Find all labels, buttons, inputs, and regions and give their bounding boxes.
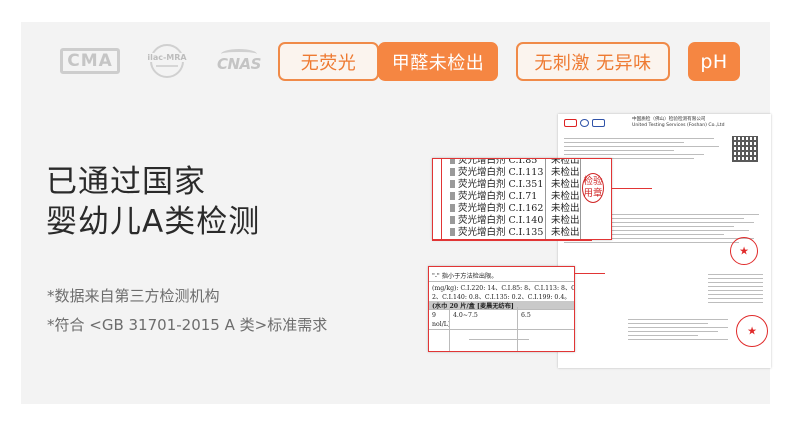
headline-line-1: 已通过国家 bbox=[46, 164, 206, 200]
row-result: 未检出 bbox=[551, 179, 580, 190]
report-text-lines-bottom bbox=[628, 319, 728, 343]
ilac-logo-text: ilac-MRA bbox=[144, 53, 190, 62]
row-marker bbox=[450, 228, 455, 236]
row-item: 荧光增白剂 C.I.140 bbox=[458, 215, 544, 226]
row-item: 荧光增白剂 C.I.351 bbox=[458, 179, 544, 190]
zoom-connector-line bbox=[612, 188, 652, 189]
zoom-table-divider bbox=[545, 159, 546, 239]
mini-ilac-icon bbox=[580, 119, 589, 127]
zoom2-cell-4: nol/L) bbox=[432, 321, 451, 328]
row-marker bbox=[450, 159, 455, 164]
zoom2-col-divider-2 bbox=[517, 307, 518, 351]
chip-no-fluorescent: 无荧光 bbox=[278, 42, 379, 81]
cnas-logo-text: CNAS bbox=[217, 55, 261, 73]
zoom-callout-fluorescent: 荧光增白剂 C.I.85 未检出 荧光增白剂 C.I.113 未检出 荧光增白剂 C.I… bbox=[432, 158, 612, 240]
row-result: 未检出 bbox=[551, 167, 580, 178]
note-standard: *符合 <GB 31701-2015 A 类>标准需求 bbox=[47, 316, 328, 334]
row-marker bbox=[450, 168, 455, 176]
zoom2-rule-2 bbox=[429, 309, 574, 310]
mini-cnas-icon bbox=[592, 119, 605, 127]
row-marker bbox=[450, 192, 455, 200]
row-result: 未检出 bbox=[551, 203, 580, 214]
row-marker bbox=[450, 180, 455, 188]
row-item: 荧光增白剂 C.I.113 bbox=[458, 167, 544, 178]
inspection-stamp: 检验用章 bbox=[582, 173, 604, 203]
red-seal-icon-bottom bbox=[736, 315, 768, 347]
zoom2-rule-3 bbox=[429, 329, 574, 330]
zoom2-note: "-" 指小于方法检出限。 bbox=[432, 273, 498, 280]
zoom-results-table: 荧光增白剂 C.I.85 未检出 荧光增白剂 C.I.113 未检出 荧光增白剂 C.I… bbox=[433, 159, 611, 239]
zoom-connector-line-3 bbox=[575, 273, 605, 274]
headline: 已通过国家 婴幼儿A类检测 bbox=[46, 162, 260, 242]
zoom-table-border bbox=[441, 159, 442, 239]
row-result: 未检出 bbox=[551, 215, 580, 226]
chip-ph: pH bbox=[688, 42, 740, 81]
red-seal-icon bbox=[730, 237, 758, 265]
table-row: 荧光增白剂 C.I.140 未检出 bbox=[433, 215, 611, 226]
lab-name-en: United Testing Services (Foshan) Co.,Ltd bbox=[632, 122, 725, 128]
report-header-logos bbox=[564, 119, 605, 127]
zoom2-cell-3: 6.5 bbox=[521, 312, 531, 319]
zoom-table-divider-2 bbox=[580, 159, 581, 239]
zoom-callout-ph: "-" 指小于方法检出限。 (mg/kg): C.I.220: 14、C.I.8… bbox=[428, 266, 575, 352]
lab-name: 中国质检（佛山）检验检测有限公司 United Testing Services… bbox=[632, 117, 725, 128]
ilac-mra-logo: ilac-MRA bbox=[144, 41, 190, 81]
row-item: 荧光增白剂 C.I.162 bbox=[458, 203, 544, 214]
zoom2-rule bbox=[429, 281, 574, 282]
cma-logo-text: CMA bbox=[67, 51, 113, 71]
chip-formaldehyde-free: 甲醛未检出 bbox=[378, 42, 498, 81]
table-row: 荧光增白剂 C.I.135 未检出 bbox=[433, 227, 611, 238]
zoom2-limits-1: (mg/kg): C.I.220: 14、C.I.85: 8、C.I.113: … bbox=[432, 285, 574, 292]
test-report-document: 中国质检（佛山）检验检测有限公司 United Testing Services… bbox=[558, 114, 771, 368]
row-marker bbox=[450, 204, 455, 212]
row-result: 未检出 bbox=[551, 191, 580, 202]
mini-cma-icon bbox=[564, 119, 577, 127]
zoom2-rule-4 bbox=[469, 339, 529, 340]
row-marker bbox=[450, 216, 455, 224]
row-result: 未检出 bbox=[551, 227, 580, 238]
row-item: 荧光增白剂 C.I.71 bbox=[458, 191, 538, 202]
zoom2-cell-2: 4.0~7.5 bbox=[453, 312, 478, 319]
table-row: 荧光增白剂 C.I.85 未检出 bbox=[433, 158, 611, 166]
zoom2-limits-2: 2、C.I.140: 0.8、C.I.135: 0.2、C.I.199: 0.4… bbox=[432, 294, 571, 301]
row-item: 荧光增白剂 C.I.85 bbox=[458, 158, 538, 166]
cnas-logo: CNAS bbox=[212, 46, 266, 76]
note-data-source: *数据来自第三方检测机构 bbox=[47, 287, 220, 305]
headline-line-2: 婴幼儿A类检测 bbox=[46, 204, 261, 240]
zoom2-cell-1: 9 bbox=[432, 312, 436, 319]
row-item: 荧光增白剂 C.I.135 bbox=[458, 227, 544, 238]
row-result: 未检出 bbox=[551, 158, 580, 166]
chip-no-irritation: 无刺激 无异味 bbox=[516, 42, 670, 81]
zoom2-col-divider bbox=[449, 307, 450, 351]
qr-code-icon bbox=[732, 136, 758, 162]
zoom-connector-line-2 bbox=[432, 240, 592, 241]
cma-logo: CMA bbox=[60, 48, 120, 74]
report-text-lines-side bbox=[708, 274, 763, 306]
table-row: 荧光增白剂 C.I.162 未检出 bbox=[433, 203, 611, 214]
